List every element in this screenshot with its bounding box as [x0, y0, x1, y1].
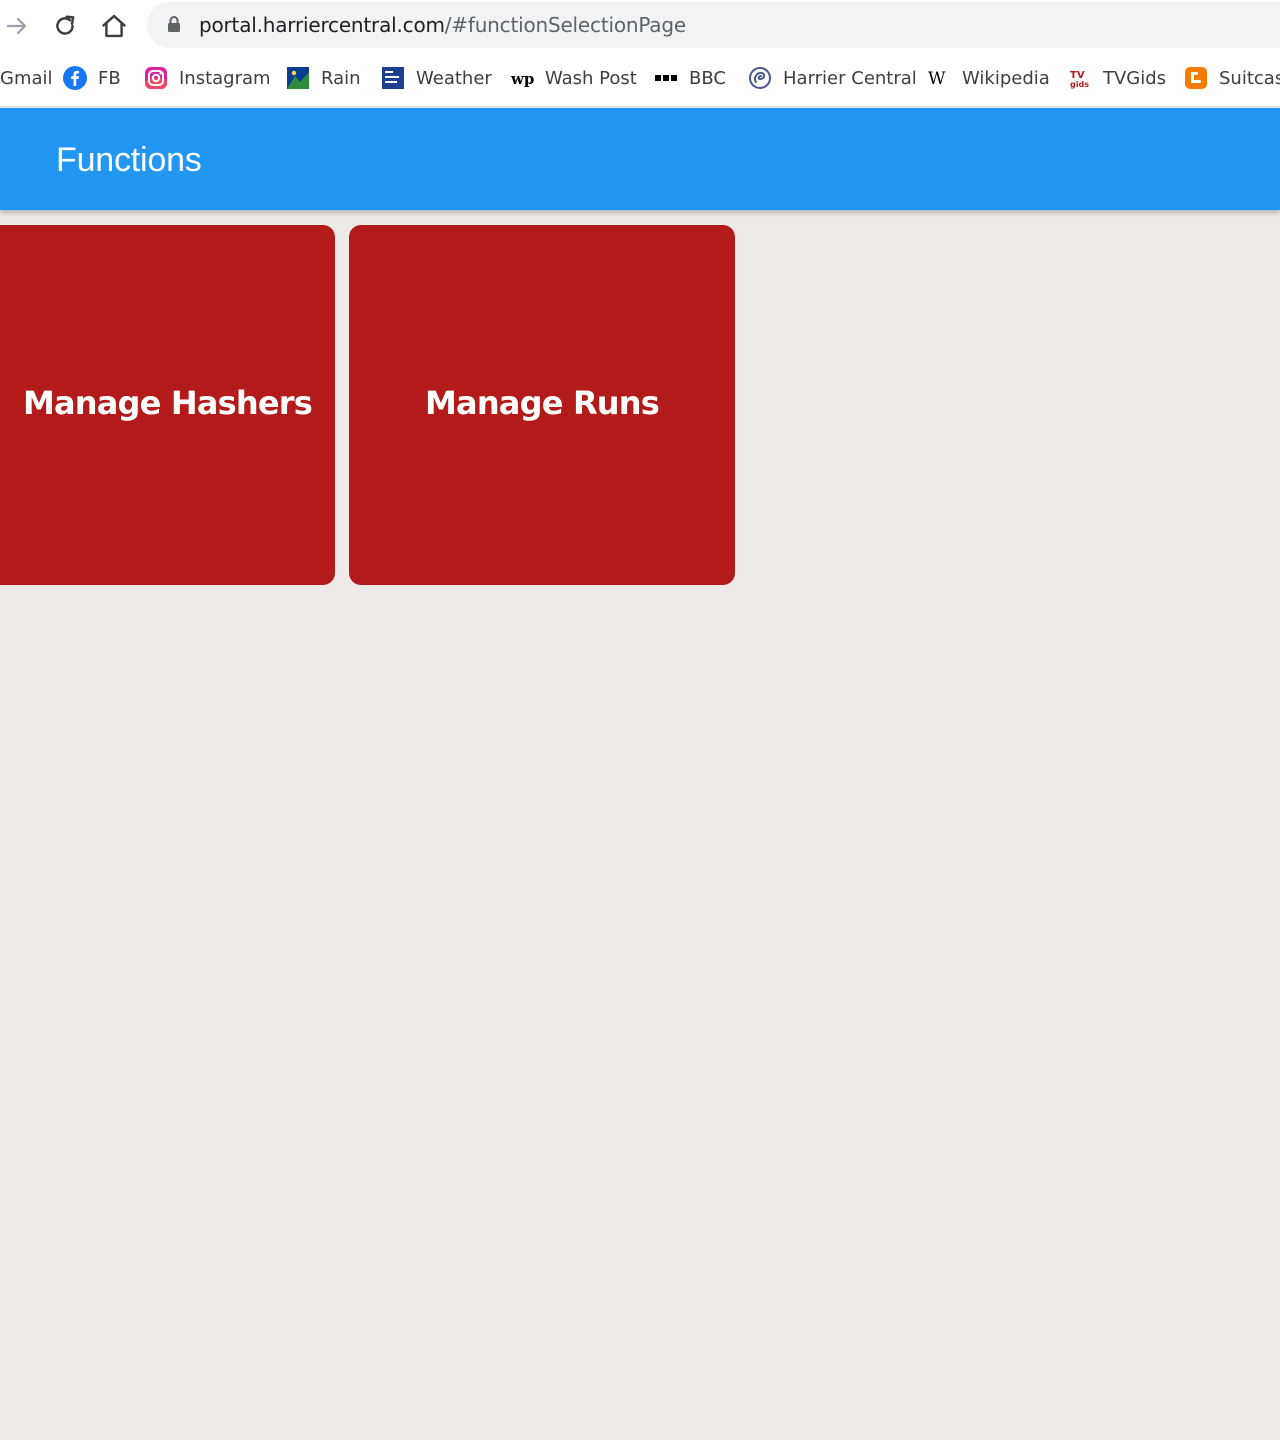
app-bar: Functions — [0, 108, 1280, 210]
weather-channel-icon — [381, 66, 405, 90]
bookmark-tvgids[interactable]: TV gids TVGids — [1068, 64, 1166, 92]
arrow-right-icon — [6, 17, 27, 35]
rain-icon — [286, 66, 310, 90]
home-button[interactable] — [98, 8, 130, 44]
blogger-icon — [1184, 66, 1208, 90]
address-bar[interactable]: portal.harriercentral.com/#functionSelec… — [147, 2, 1280, 48]
bookmarks-bar: Gmail FB Instagram Rain Weather wp Wash … — [0, 54, 1280, 107]
bookmark-harrier-central[interactable]: Harrier Central — [748, 64, 917, 92]
url-host: portal.harriercentral.com — [199, 13, 445, 37]
bookmark-label: Rain — [321, 67, 361, 89]
bookmark-wash-post[interactable]: wp Wash Post — [510, 64, 637, 92]
bookmark-label: TVGids — [1103, 67, 1167, 89]
bookmark-label: Gmail — [0, 67, 53, 89]
bookmark-fb[interactable]: FB — [63, 64, 121, 92]
harrier-central-icon — [748, 66, 772, 90]
svg-text:gids: gids — [1070, 80, 1089, 89]
bookmark-rain[interactable]: Rain — [286, 64, 361, 92]
bookmark-instagram[interactable]: Instagram — [144, 64, 271, 92]
tile-label: Manage Runs — [424, 383, 660, 422]
bookmark-label: Suitcase — [1219, 67, 1280, 89]
address-bar-url: portal.harriercentral.com/#functionSelec… — [199, 13, 686, 37]
svg-text:wp: wp — [510, 70, 534, 88]
manage-hashers-tile[interactable]: Manage Hashers — [0, 225, 335, 585]
bookmark-label: Weather — [416, 67, 492, 89]
svg-text:W: W — [928, 69, 946, 89]
bookmark-bbc[interactable]: BBC — [654, 64, 726, 92]
bookmark-label: Wikipedia — [962, 67, 1050, 89]
bookmark-weather[interactable]: Weather — [381, 64, 492, 92]
home-icon — [102, 14, 126, 38]
browser-toolbar: portal.harriercentral.com/#functionSelec… — [0, 0, 1280, 54]
bookmark-wikipedia[interactable]: W Wikipedia — [927, 64, 1050, 92]
washington-post-icon: wp — [510, 66, 534, 90]
forward-button[interactable] — [1, 8, 33, 44]
tile-label: Manage Hashers — [22, 383, 313, 422]
bookmark-label: FB — [98, 67, 121, 89]
bookmark-gmail[interactable]: Gmail — [0, 64, 53, 92]
manage-runs-tile[interactable]: Manage Runs — [349, 225, 735, 585]
bookmark-label: Instagram — [179, 67, 271, 89]
bookmark-suitcase[interactable]: Suitcase — [1184, 64, 1280, 92]
bookmark-label: Harrier Central — [783, 67, 917, 89]
url-path: /#functionSelectionPage — [444, 13, 686, 37]
bookmark-label: BBC — [689, 67, 726, 89]
reload-icon — [56, 15, 75, 35]
reload-button[interactable] — [49, 8, 81, 44]
bookmark-label: Wash Post — [545, 67, 637, 89]
bbc-icon — [654, 66, 678, 90]
lock-icon — [168, 16, 180, 32]
tvgids-icon: TV gids — [1068, 66, 1092, 90]
wikipedia-icon: W — [927, 66, 951, 90]
page-title: Functions — [56, 141, 202, 179]
instagram-icon — [144, 66, 168, 90]
facebook-icon — [63, 66, 87, 90]
